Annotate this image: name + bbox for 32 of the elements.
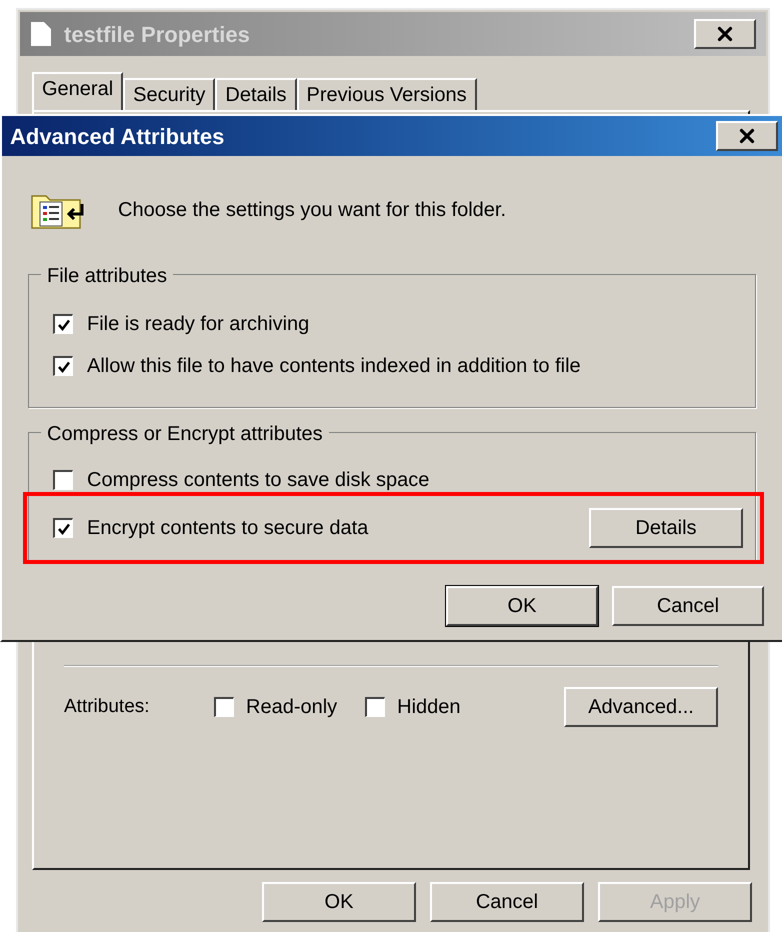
checkbox[interactable] [53,470,73,490]
checkbox[interactable] [365,697,386,717]
checkbox-label: Read-only [246,695,338,720]
button[interactable]: OK [262,882,416,922]
checkbox-label: Compress contents to save disk space [87,468,430,493]
checkmark-icon [56,522,70,536]
button[interactable]: Advanced... [564,687,718,727]
checkbox[interactable] [53,314,73,334]
dialog-message: Choose the settings you want for this folder. [118,198,506,223]
tab[interactable]: General [32,72,124,110]
window-title: testfile Properties [64,20,250,49]
tab[interactable]: Security [123,78,216,110]
checkbox[interactable] [214,697,234,717]
document-icon [30,21,52,47]
checkmark-icon [56,318,70,332]
button[interactable]: Cancel [612,586,764,626]
attributes-label: Attributes: [64,694,151,719]
checkbox-label: File is ready for archiving [87,312,310,337]
close-button[interactable] [694,19,756,49]
checkbox-label: Hidden [397,695,461,720]
button[interactable]: Details [589,508,743,548]
checkbox[interactable] [53,518,73,538]
button[interactable]: Cancel [430,882,584,922]
close-button[interactable] [716,121,778,151]
dialog-title: Advanced Attributes [10,122,224,150]
tab[interactable]: Previous Versions [296,78,477,110]
checkmark-icon [56,360,70,374]
tab[interactable]: Details [215,78,297,110]
checkbox[interactable] [53,356,73,376]
checkbox-label: Encrypt contents to secure data [87,516,368,541]
checkbox-label: Allow this file to have contents indexed in addition to file [87,354,581,379]
button[interactable]: OK [446,586,598,626]
